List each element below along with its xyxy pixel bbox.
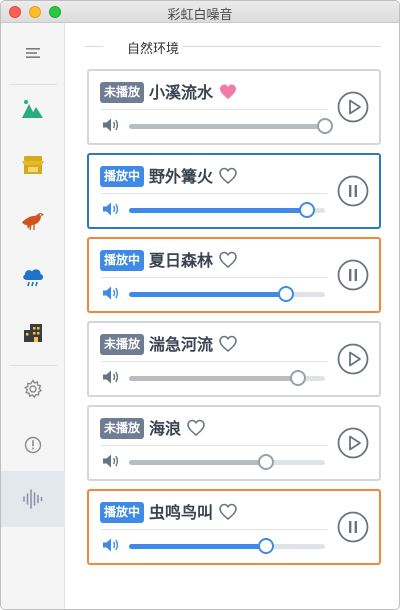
pause-button[interactable] [337, 259, 369, 291]
title-bar: 彩虹白噪音 [1, 1, 399, 23]
pause-button[interactable] [337, 175, 369, 207]
sound-card[interactable]: 未播放 海浪 [87, 405, 381, 481]
volume-slider[interactable] [129, 202, 325, 218]
pause-button[interactable] [337, 511, 369, 543]
volume-knob[interactable] [289, 370, 306, 386]
volume-fill [129, 544, 267, 549]
bird-icon [22, 213, 44, 231]
volume-slider[interactable] [129, 538, 325, 554]
status-badge: 播放中 [100, 250, 145, 271]
volume-knob[interactable] [258, 538, 275, 554]
volume-knob[interactable] [299, 202, 316, 218]
volume-slider[interactable] [129, 286, 325, 302]
sidebar-item-menu[interactable] [1, 25, 65, 81]
volume-icon[interactable] [102, 285, 120, 301]
heart-outline-icon[interactable] [219, 167, 237, 184]
section-title: 自然环境 [127, 42, 180, 57]
sound-name: 夏日森林 [149, 251, 214, 270]
sidebar-item-about[interactable] [1, 417, 65, 473]
volume-fill [129, 460, 267, 465]
heart-outline-icon[interactable] [187, 419, 205, 436]
volume-icon[interactable] [102, 537, 120, 553]
volume-knob[interactable] [317, 118, 333, 134]
volume-fill [129, 292, 286, 297]
shop-icon [22, 156, 44, 174]
menu-icon [26, 48, 40, 58]
section-header: 自然环境 [85, 38, 381, 57]
card-divider [101, 445, 327, 446]
sound-card[interactable]: 播放中 野外篝火 [87, 153, 381, 229]
volume-icon[interactable] [102, 117, 120, 133]
volume-fill [129, 208, 308, 213]
status-badge: 未播放 [100, 334, 145, 355]
heart-outline-icon[interactable] [219, 335, 237, 352]
volume-knob[interactable] [277, 286, 294, 302]
building-icon [24, 324, 42, 342]
sidebar [1, 23, 65, 609]
rain-cloud-icon [23, 269, 44, 287]
main-content: 自然环境 未播放 小溪流水 播放中 野外篝火 播放中 夏日森林 未播放 湍急河流 未播放 海浪 播放… [65, 23, 399, 609]
volume-icon[interactable] [102, 453, 120, 469]
heart-outline-icon[interactable] [219, 251, 237, 268]
volume-fill [129, 376, 298, 381]
sound-name: 野外篝火 [149, 167, 214, 186]
play-button[interactable] [337, 427, 369, 459]
sidebar-item-settings[interactable] [1, 361, 65, 417]
card-divider [101, 193, 327, 194]
sound-card[interactable]: 播放中 夏日森林 [87, 237, 381, 313]
play-button[interactable] [337, 91, 369, 123]
sound-card[interactable]: 播放中 虫鸣鸟叫 [87, 489, 381, 565]
sound-name: 小溪流水 [149, 83, 214, 102]
card-divider [101, 361, 327, 362]
sidebar-item-nature[interactable] [1, 81, 65, 137]
window-title: 彩虹白噪音 [167, 8, 233, 23]
heart-outline-icon[interactable] [219, 503, 237, 520]
volume-icon[interactable] [102, 201, 120, 217]
sound-wave-icon [23, 489, 43, 509]
sidebar-item-rain[interactable] [1, 249, 65, 305]
play-button[interactable] [337, 343, 369, 375]
app-window: 彩虹白噪音 自然环境 未播放 小溪流水 播放中 野外篝火 播放中 夏日森林 未播… [0, 0, 400, 610]
card-divider [101, 109, 327, 110]
mountain-icon [22, 100, 43, 118]
volume-slider[interactable] [129, 118, 333, 134]
sidebar-item-shop[interactable] [1, 137, 65, 193]
volume-slider[interactable] [129, 370, 325, 386]
volume-knob[interactable] [258, 454, 275, 470]
status-badge: 未播放 [100, 82, 145, 103]
volume-fill [129, 124, 325, 129]
sound-name: 虫鸣鸟叫 [149, 503, 214, 522]
sound-name: 海浪 [149, 419, 182, 438]
sound-card[interactable]: 未播放 小溪流水 [87, 69, 381, 145]
status-badge: 播放中 [100, 502, 145, 523]
gear-icon [24, 379, 43, 399]
sound-card[interactable]: 未播放 湍急河流 [87, 321, 381, 397]
volume-slider[interactable] [129, 454, 325, 470]
volume-icon[interactable] [102, 369, 120, 385]
heart-filled-icon[interactable] [219, 83, 237, 100]
sidebar-item-building[interactable] [1, 305, 65, 361]
status-badge: 播放中 [100, 166, 145, 187]
sidebar-item-birds[interactable] [1, 193, 65, 249]
card-divider [101, 277, 327, 278]
sidebar-item-mixer[interactable] [1, 471, 65, 527]
status-badge: 未播放 [100, 418, 145, 439]
info-icon [24, 436, 42, 454]
sound-name: 湍急河流 [149, 335, 214, 354]
card-divider [101, 529, 327, 530]
